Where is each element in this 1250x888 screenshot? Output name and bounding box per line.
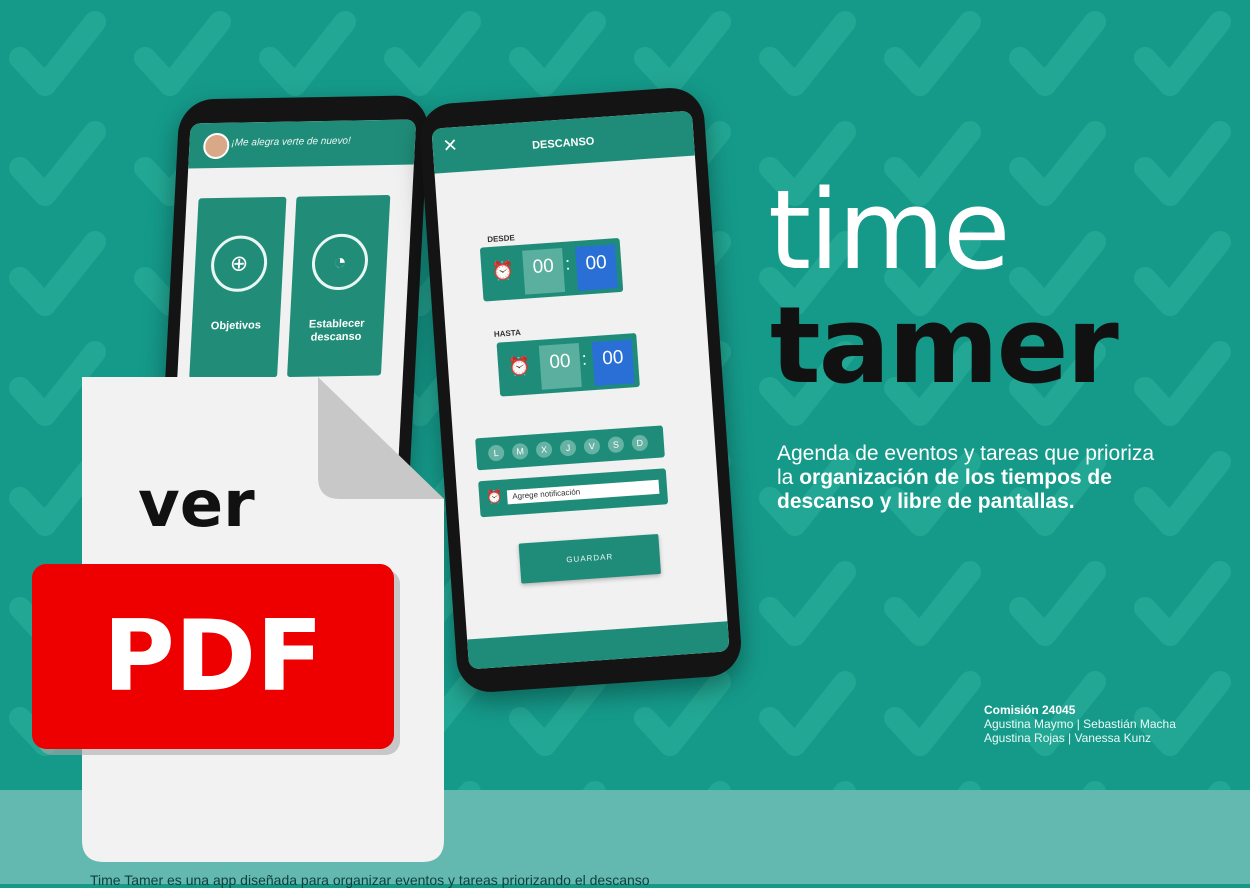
objetivos-card[interactable]: ⊕ Objetivos <box>189 196 287 379</box>
hasta-minutes[interactable]: 00 <box>591 339 635 386</box>
target-icon: ⊕ <box>209 235 269 293</box>
day-toggle[interactable]: S <box>607 436 625 454</box>
weekday-selector: L M X J V S D <box>475 425 665 471</box>
credits: Comisión 24045 Agustina Maymo | Sebastiá… <box>984 703 1176 745</box>
alarm-icon: ⏰ <box>490 260 515 282</box>
app-description: Agenda de eventos y tareas que prioriza … <box>777 442 1157 514</box>
day-toggle[interactable]: X <box>535 441 553 459</box>
app-title-line2: tamer <box>770 284 1119 407</box>
time-separator: : <box>581 348 588 369</box>
phone-mockup-descanso: ✕ DESCANSO DESDE ⏰ 00 : 00 HASTA ⏰ 00 : … <box>417 85 744 695</box>
alarm-icon: ⏰ <box>507 355 532 377</box>
description-bold: organización de los tiempos de descanso … <box>777 466 1112 513</box>
credits-line: Agustina Rojas | Vanessa Kunz <box>984 731 1151 745</box>
notification-select[interactable]: Agrege notificación <box>506 479 660 505</box>
descanso-screen: ✕ DESCANSO DESDE ⏰ 00 : 00 HASTA ⏰ 00 : … <box>431 110 730 670</box>
app-title-line1: time <box>768 166 1011 294</box>
home-header: ¡Me alegra verte de nuevo! <box>188 119 417 169</box>
notification-row: ⏰ Agrege notificación <box>478 468 669 518</box>
desde-hours[interactable]: 00 <box>522 247 566 295</box>
hasta-label: HASTA <box>493 328 522 339</box>
time-separator: : <box>564 253 571 274</box>
avatar <box>202 132 230 160</box>
establecer-descanso-card[interactable]: ◔ Establecer descanso <box>287 194 391 378</box>
objetivos-label: Objetivos <box>210 319 262 333</box>
day-toggle[interactable]: M <box>511 442 529 460</box>
pdf-label: PDF <box>102 600 324 714</box>
greeting-text: ¡Me alegra verte de nuevo! <box>231 135 352 149</box>
descanso-footer <box>467 621 730 670</box>
descanso-header: ✕ DESCANSO <box>431 110 695 174</box>
save-button[interactable]: GUARDAR <box>518 533 662 584</box>
pdf-ver-label: ver <box>138 468 255 542</box>
hasta-time-picker[interactable]: ⏰ 00 : 00 <box>496 332 640 397</box>
day-toggle[interactable]: D <box>631 434 649 452</box>
bottom-caption: Time Tamer es una app diseñada para orga… <box>90 872 650 888</box>
desde-label: DESDE <box>486 233 516 245</box>
establecer-descanso-label: Establecer descanso <box>308 317 365 344</box>
day-toggle[interactable]: J <box>559 439 577 457</box>
day-toggle[interactable]: L <box>487 444 505 462</box>
credits-line: Agustina Maymo | Sebastián Macha <box>984 717 1176 731</box>
screen-title: DESCANSO <box>531 135 595 152</box>
desde-time-picker[interactable]: ⏰ 00 : 00 <box>479 237 624 302</box>
desde-minutes[interactable]: 00 <box>575 244 618 291</box>
credits-title: Comisión 24045 <box>984 703 1076 717</box>
clock-icon: ◔ <box>310 233 370 291</box>
bell-icon: ⏰ <box>485 488 503 505</box>
day-toggle[interactable]: V <box>583 437 601 455</box>
hasta-hours[interactable]: 00 <box>538 343 582 390</box>
